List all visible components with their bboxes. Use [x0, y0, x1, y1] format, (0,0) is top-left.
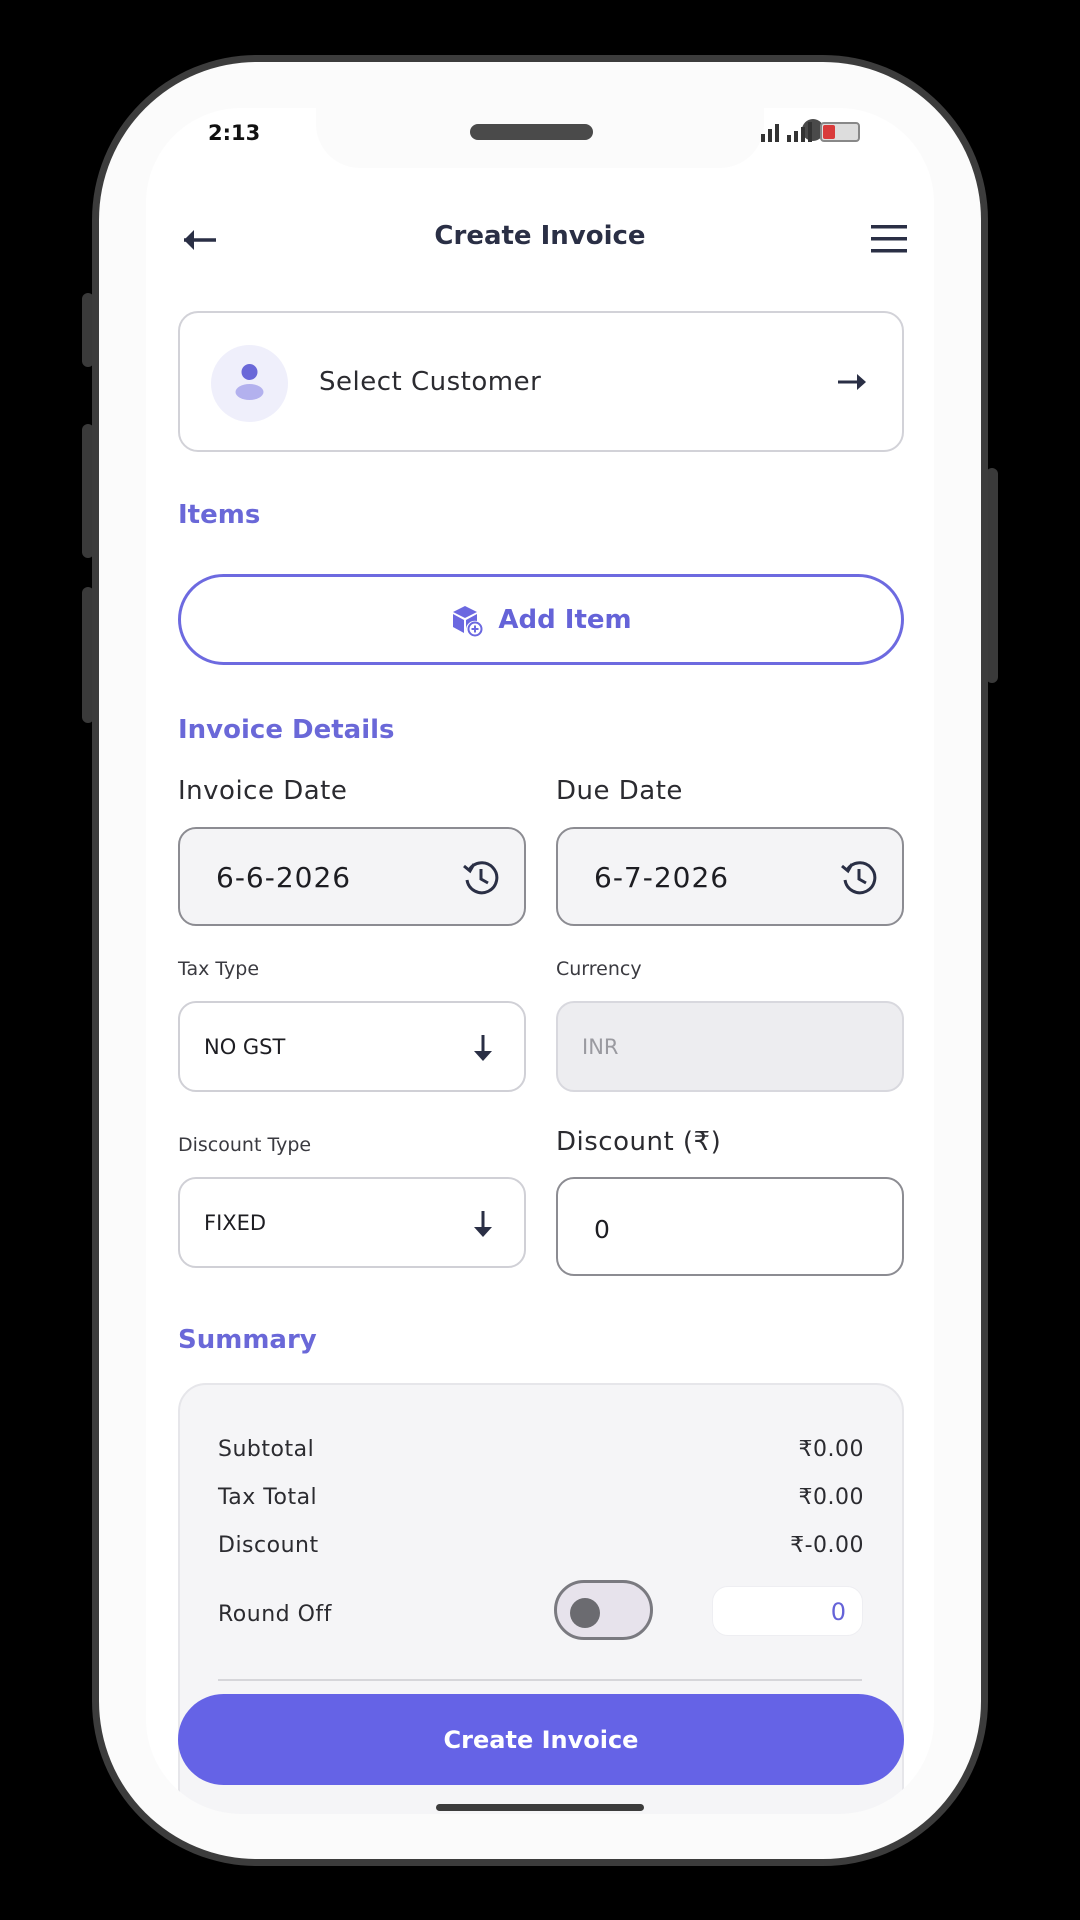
select-customer-label: Select Customer [319, 367, 542, 397]
subtotal-row: Subtotal ₹0.00 [218, 1437, 864, 1467]
arrow-down-icon [474, 1211, 492, 1237]
tax-total-label: Tax Total [218, 1485, 318, 1510]
arrow-down-icon [474, 1035, 492, 1061]
select-customer-card[interactable]: Select Customer [178, 311, 904, 452]
summary-discount-label: Discount [218, 1533, 319, 1558]
clock-history-icon[interactable] [461, 858, 501, 898]
signal-2-icon [787, 122, 812, 142]
round-off-input[interactable]: 0 [712, 1586, 863, 1636]
subtotal-label: Subtotal [218, 1437, 315, 1462]
create-invoice-label: Create Invoice [443, 1725, 639, 1754]
discount-type-label: Discount Type [178, 1134, 312, 1156]
add-item-label: Add Item [498, 604, 632, 635]
discount-type-select[interactable]: FIXED [178, 1177, 526, 1268]
invoice-details-section-title: Invoice Details [178, 715, 395, 745]
tax-total-row: Tax Total ₹0.00 [218, 1485, 864, 1515]
round-off-value: 0 [830, 1598, 846, 1626]
box-add-icon [453, 605, 483, 636]
battery-icon [820, 122, 860, 142]
round-off-label: Round Off [218, 1602, 332, 1627]
tax-type-value: NO GST [204, 1035, 286, 1059]
discount-label: Discount (₹) [556, 1127, 722, 1157]
discount-type-value: FIXED [204, 1211, 267, 1235]
invoice-date-label: Invoice Date [178, 776, 348, 806]
page-title: Create Invoice [434, 221, 646, 251]
app-screen: 2:13 Create Invoice Select Customer Item… [146, 108, 934, 1814]
toggle-knob [570, 1598, 600, 1628]
user-icon [211, 345, 288, 422]
currency-label: Currency [556, 958, 642, 980]
status-time: 2:13 [208, 121, 261, 145]
currency-field: INR [556, 1001, 904, 1092]
invoice-date-value: 6-6-2026 [216, 861, 352, 894]
create-invoice-button[interactable]: Create Invoice [178, 1694, 904, 1785]
arrow-right-icon [838, 374, 866, 390]
invoice-date-field[interactable]: 6-6-2026 [178, 827, 526, 926]
device-stage: 2:13 Create Invoice Select Customer Item… [0, 0, 1080, 1920]
summary-section-title: Summary [178, 1325, 317, 1355]
hamburger-menu-icon[interactable] [869, 221, 909, 257]
summary-divider [218, 1679, 862, 1681]
tax-type-select[interactable]: NO GST [178, 1001, 526, 1092]
notch [316, 108, 824, 168]
status-icons [761, 122, 860, 142]
due-date-label: Due Date [556, 776, 683, 806]
home-indicator[interactable] [436, 1804, 644, 1811]
discount-row: Discount ₹-0.00 [218, 1533, 864, 1563]
currency-value: INR [582, 1035, 619, 1059]
signal-1-icon [761, 124, 779, 142]
discount-value: 0 [594, 1215, 610, 1244]
speaker [470, 124, 593, 140]
add-item-button[interactable]: Add Item [178, 574, 904, 665]
due-date-value: 6-7-2026 [594, 861, 730, 894]
clock-history-icon[interactable] [839, 858, 879, 898]
discount-input[interactable]: 0 [556, 1177, 904, 1276]
summary-discount-value: ₹-0.00 [790, 1533, 864, 1558]
due-date-field[interactable]: 6-7-2026 [556, 827, 904, 926]
tax-total-value: ₹0.00 [798, 1485, 864, 1510]
tax-type-label: Tax Type [178, 958, 260, 980]
round-off-toggle[interactable] [554, 1580, 653, 1640]
items-section-title: Items [178, 500, 261, 530]
subtotal-value: ₹0.00 [798, 1437, 864, 1462]
